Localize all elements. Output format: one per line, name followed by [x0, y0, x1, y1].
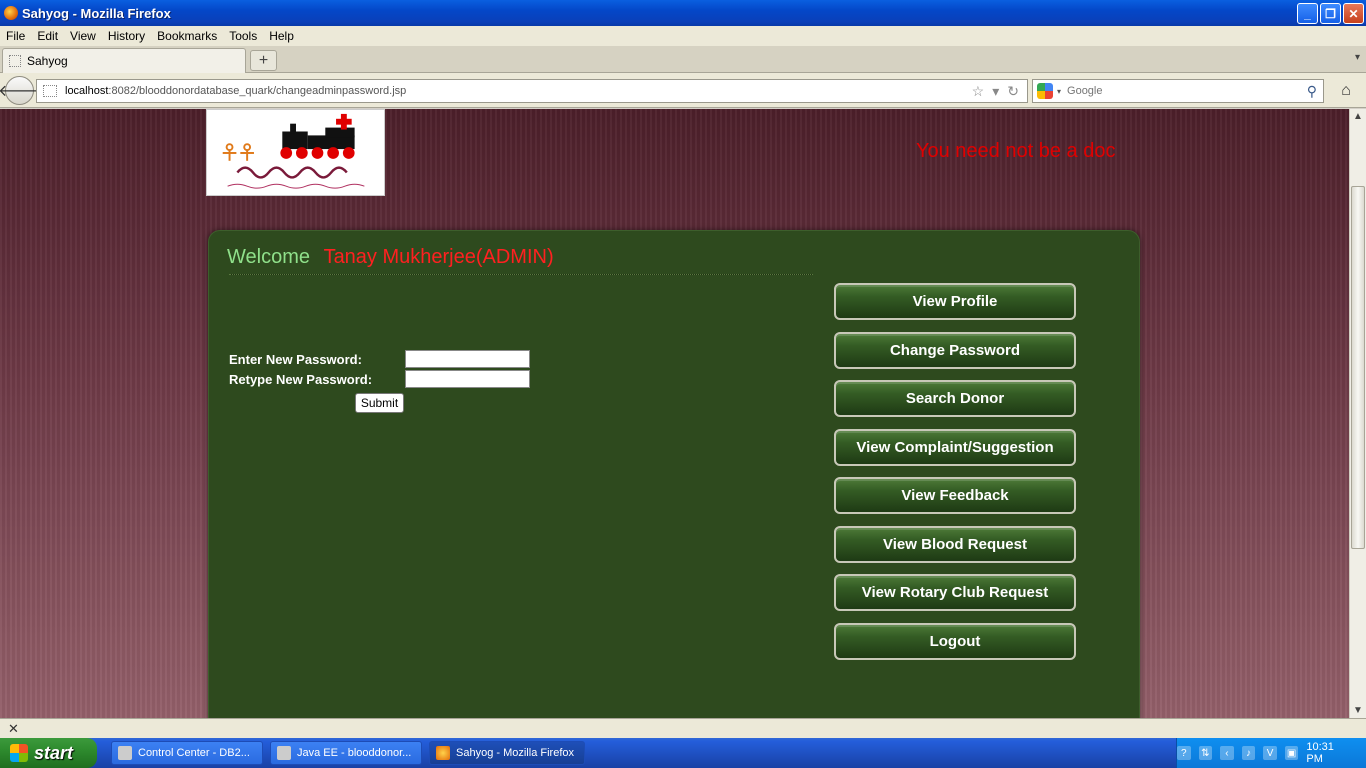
url-bar-icons: ☆ ▾ ↻	[972, 83, 1019, 100]
db2-icon	[118, 746, 132, 760]
url-host: localhost	[65, 85, 109, 97]
tab-list-icon[interactable]: ▾	[1355, 52, 1360, 63]
task-firefox[interactable]: Sahyog - Mozilla Firefox	[429, 741, 585, 765]
new-password-row: Enter New Password:	[229, 349, 530, 369]
new-tab-button[interactable]: +	[250, 50, 277, 71]
site-identity-icon[interactable]	[43, 85, 57, 97]
task-control-center[interactable]: Control Center - DB2...	[111, 741, 263, 765]
network-icon[interactable]: ⇅	[1198, 746, 1213, 760]
welcome-label: Welcome	[227, 246, 310, 268]
start-button[interactable]: start	[0, 738, 97, 768]
retype-password-row: Retype New Password:	[229, 369, 530, 389]
menu-view[interactable]: View	[64, 29, 102, 43]
windows-taskbar: start Control Center - DB2... Java EE - …	[0, 738, 1366, 768]
main-panel: Welcome Tanay Mukherjee(ADMIN) Enter New…	[208, 230, 1140, 718]
view-rotary-club-request-button[interactable]: View Rotary Club Request	[834, 574, 1076, 611]
page-favicon-icon	[9, 55, 21, 67]
tagline: You need not be a doc	[916, 140, 1116, 162]
page-viewport: You need not be a doc Welcome Tanay Mukh…	[0, 109, 1349, 718]
retype-password-label: Retype New Password:	[229, 371, 373, 387]
menu-bookmarks[interactable]: Bookmarks	[151, 29, 223, 43]
close-button[interactable]: ✕	[1343, 3, 1364, 24]
search-donor-button[interactable]: Search Donor	[834, 380, 1076, 417]
view-feedback-button[interactable]: View Feedback	[834, 477, 1076, 514]
restore-button[interactable]: ❐	[1320, 3, 1341, 24]
change-password-form: Enter New Password: Retype New Password:…	[229, 349, 530, 413]
view-profile-button[interactable]: View Profile	[834, 283, 1076, 320]
url-text: localhost:8082/blooddonordatabase_quark/…	[65, 85, 406, 97]
view-blood-request-button[interactable]: View Blood Request	[834, 525, 1076, 563]
search-icon[interactable]: ⚲	[1307, 83, 1317, 100]
new-password-label: Enter New Password:	[229, 351, 362, 367]
menu-tools[interactable]: Tools	[223, 29, 263, 43]
admin-name: Tanay Mukherjee(ADMIN)	[323, 246, 554, 268]
tab-sahyog[interactable]: Sahyog	[2, 48, 246, 73]
tab-label: Sahyog	[27, 54, 68, 68]
search-bar[interactable]: ▾ ⚲	[1032, 79, 1324, 103]
search-input[interactable]	[1067, 85, 1307, 97]
window-title: Sahyog - Mozilla Firefox	[22, 5, 171, 21]
scroll-up-icon[interactable]: ▲	[1353, 111, 1363, 122]
windows-logo-icon	[10, 744, 28, 762]
firefox-icon	[436, 746, 450, 760]
menu-help[interactable]: Help	[263, 29, 300, 43]
sahyog-logo	[206, 109, 385, 196]
task-label: Java EE - blooddonor...	[297, 747, 412, 759]
eclipse-icon	[277, 746, 291, 760]
retype-password-input[interactable]	[405, 370, 530, 388]
welcome-heading: Welcome Tanay Mukherjee(ADMIN)	[227, 246, 554, 269]
task-label: Sahyog - Mozilla Firefox	[456, 747, 574, 759]
clock: 10:31 PM	[1306, 741, 1334, 765]
url-path: :8082/blooddonordatabase_quark/changeadm…	[108, 85, 407, 97]
history-dropdown-icon[interactable]: ▾	[992, 83, 999, 100]
navigation-bar: 🡐 localhost:8082/blooddonordatabase_quar…	[0, 73, 1366, 108]
menu-history[interactable]: History	[102, 29, 151, 43]
vertical-scrollbar[interactable]: ▲ ▼	[1349, 109, 1366, 718]
submit-button[interactable]: Submit	[355, 393, 404, 413]
safely-remove-icon[interactable]: ▣	[1284, 746, 1299, 760]
logout-button[interactable]: Logout	[834, 622, 1076, 660]
scrollbar-thumb[interactable]	[1351, 186, 1365, 549]
volume-icon[interactable]: ♪	[1241, 746, 1256, 760]
minimize-button[interactable]: _	[1297, 3, 1318, 24]
back-button[interactable]: 🡐	[0, 76, 41, 105]
menu-file[interactable]: File	[0, 29, 31, 43]
engine-dropdown-icon[interactable]: ▾	[1057, 87, 1061, 96]
start-label: start	[34, 742, 74, 763]
change-password-button[interactable]: Change Password	[834, 331, 1076, 369]
sahyog-logo-image	[208, 110, 383, 195]
tab-bar: Sahyog + ▾	[0, 46, 1366, 73]
menu-bar: File Edit View History Bookmarks Tools H…	[0, 26, 1366, 46]
scroll-down-icon[interactable]: ▼	[1353, 705, 1363, 716]
close-findbar-icon[interactable]: ✕	[8, 721, 19, 737]
v-app-icon[interactable]: V	[1263, 746, 1277, 760]
bookmark-star-icon[interactable]: ☆	[972, 83, 985, 100]
google-engine-icon[interactable]	[1037, 83, 1053, 99]
admin-menu: View Profile Change Password Search Dono…	[834, 283, 1076, 671]
task-java-ee[interactable]: Java EE - blooddonor...	[270, 741, 422, 765]
menu-edit[interactable]: Edit	[31, 29, 64, 43]
find-bar: ✕	[0, 718, 1366, 738]
firefox-icon	[4, 6, 18, 20]
divider	[229, 274, 813, 275]
new-password-input[interactable]	[405, 350, 530, 368]
url-bar[interactable]: localhost:8082/blooddonordatabase_quark/…	[36, 79, 1028, 103]
back-arrow-icon[interactable]: ‹	[1220, 746, 1234, 760]
home-icon[interactable]: ⌂	[1333, 79, 1359, 103]
task-label: Control Center - DB2...	[138, 747, 250, 759]
system-tray: ? ⇅ ‹ ♪ V ▣ 10:31 PM	[1176, 738, 1366, 768]
view-complaint-suggestion-button[interactable]: View Complaint/Suggestion	[834, 428, 1076, 466]
window-titlebar: Sahyog - Mozilla Firefox _ ❐ ✕	[0, 0, 1366, 26]
window-controls: _ ❐ ✕	[1297, 3, 1364, 24]
help-icon[interactable]: ?	[1177, 746, 1191, 760]
reload-icon[interactable]: ↻	[1007, 83, 1019, 100]
